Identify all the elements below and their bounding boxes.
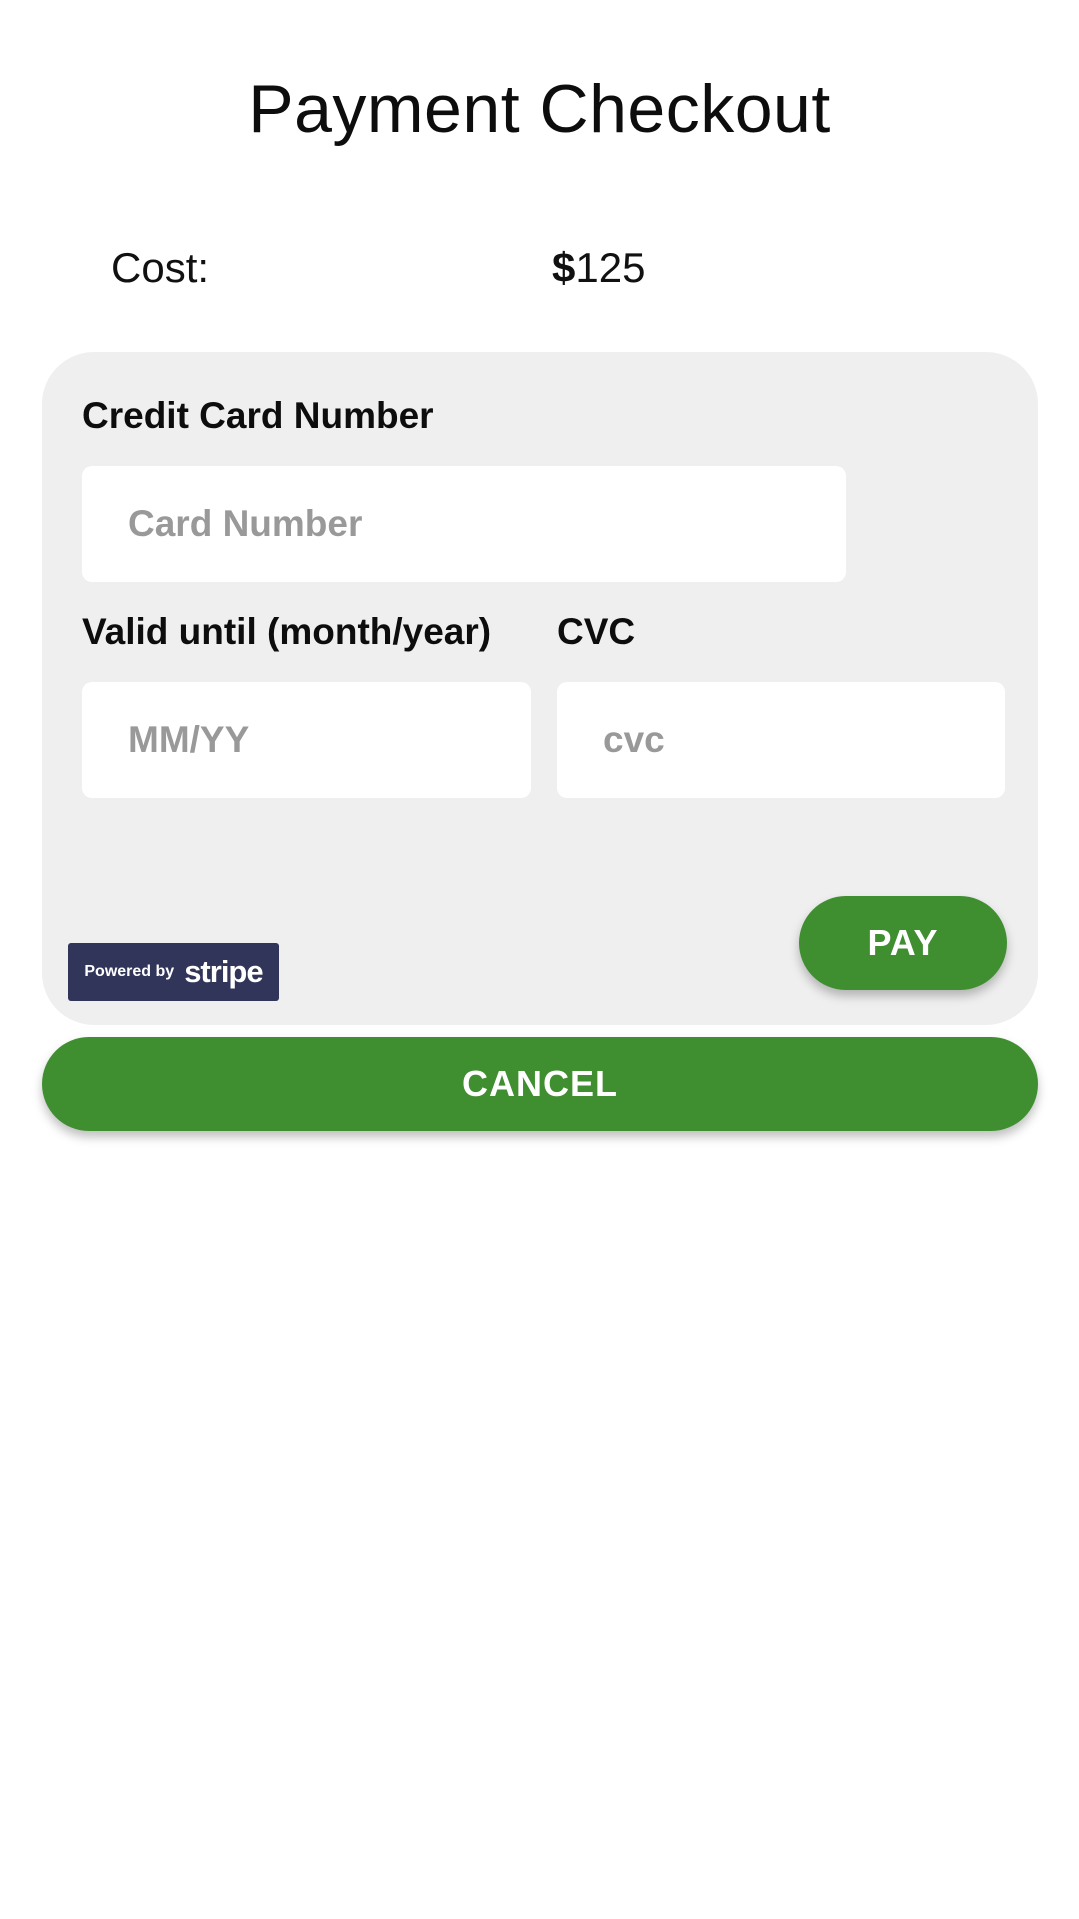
pay-button[interactable]: PAY xyxy=(799,896,1007,990)
card-number-placeholder: Card Number xyxy=(128,503,363,544)
cost-label: Cost: xyxy=(111,244,210,291)
page-title: Payment Checkout xyxy=(248,71,831,147)
expiry-input[interactable]: MM/YY xyxy=(82,682,531,798)
expiry-placeholder: MM/YY xyxy=(128,719,250,760)
stripe-logo: stripe xyxy=(184,954,263,989)
cost-value: $125 xyxy=(552,244,645,292)
cost-amount: 125 xyxy=(575,244,646,291)
cancel-button[interactable]: CANCEL xyxy=(42,1037,1038,1131)
card-number-input[interactable]: Card Number xyxy=(82,466,846,582)
powered-by-text: Powered by xyxy=(84,963,175,980)
cvc-input[interactable]: cvc xyxy=(557,682,1005,798)
powered-by-stripe-badge[interactable]: Powered by stripe xyxy=(68,943,279,1001)
expiry-label: Valid until (month/year) xyxy=(82,611,492,652)
currency-symbol: $ xyxy=(552,244,576,291)
cvc-placeholder: cvc xyxy=(603,719,665,760)
card-number-label: Credit Card Number xyxy=(82,395,434,436)
cvc-label: CVC xyxy=(557,611,636,652)
